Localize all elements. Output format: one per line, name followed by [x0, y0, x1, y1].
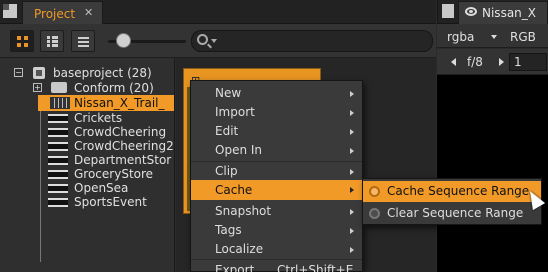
menu-separator: [191, 259, 362, 260]
grid-view-icon: [17, 36, 28, 47]
search-input[interactable]: [191, 30, 433, 52]
viewer-canvas[interactable]: [437, 75, 548, 272]
search-icon: [197, 34, 208, 45]
expand-icon[interactable]: +: [33, 83, 42, 92]
cache-icon: [369, 186, 380, 197]
viewer-toolbar-2: f/8 1: [437, 49, 548, 75]
tab-viewer-label: Nissan_X: [482, 6, 536, 20]
submenu-arrow-icon: [350, 209, 354, 215]
tree-item-label: Nissan_X_Trail_: [74, 96, 165, 110]
clip-icon: [48, 142, 68, 151]
slider-handle[interactable]: [116, 33, 131, 48]
menu-item-label: Clear Sequence Range: [387, 206, 524, 220]
menu-item-export[interactable]: Export Ctrl+Shift+E: [191, 261, 362, 272]
tree-item-label: SportsEvent: [74, 195, 147, 209]
submenu-arrow-icon: [350, 169, 354, 175]
submenu-arrow-icon: [350, 110, 354, 116]
eye-icon[interactable]: [465, 7, 477, 16]
submenu-arrow-icon: [350, 148, 354, 154]
tab-viewer[interactable]: Nissan_X: [458, 1, 548, 24]
menu-item-label: Localize: [215, 242, 264, 256]
channels-dropdown[interactable]: rgba: [447, 30, 474, 44]
clip-icon: [48, 156, 68, 165]
menu-item-label: Cache: [215, 183, 253, 197]
submenu-arrow-icon: [350, 91, 354, 97]
menu-item-open-in[interactable]: Open In: [191, 141, 362, 160]
menu-item-label: New: [215, 86, 242, 100]
submenu-arrow-icon: [350, 129, 354, 135]
menu-item-localize[interactable]: Localize: [191, 240, 362, 259]
tree-item-clip[interactable]: SportsEvent: [0, 194, 174, 210]
menu-shortcut: Ctrl+Shift+E: [277, 263, 354, 272]
fstop-value[interactable]: f/8: [467, 55, 483, 69]
tree-item-sequence[interactable]: Nissan_X_Trail_: [38, 95, 174, 111]
menu-item-snapshot[interactable]: Snapshot: [191, 202, 362, 221]
list-view-icon: [47, 36, 58, 47]
increase-fstop-icon[interactable]: [499, 58, 504, 66]
menu-item-label: Export: [215, 263, 255, 272]
clip-icon: [48, 114, 68, 123]
frame-input[interactable]: 1: [509, 53, 547, 71]
viewer-toolbar: rgba RGB: [437, 24, 548, 48]
pane-menu-icon[interactable]: [442, 4, 454, 18]
tree-root-label: baseproject (28): [53, 66, 152, 80]
chevron-down-icon[interactable]: [491, 35, 497, 39]
project-tabbar: Project ✕: [0, 0, 436, 24]
tab-project[interactable]: Project ✕: [22, 1, 103, 24]
menu-item-label: Cache Sequence Range: [387, 184, 530, 198]
collapse-icon[interactable]: −: [14, 68, 23, 77]
context-menu: New Import Edit Open In Clip Cache Snaps…: [190, 80, 363, 272]
menu-item-label: Edit: [215, 124, 239, 138]
display-channel-dropdown[interactable]: RGB: [510, 30, 536, 44]
tab-project-label: Project: [34, 7, 76, 21]
menu-item-label: Snapshot: [215, 204, 272, 218]
menu-item-label: Tags: [215, 223, 242, 237]
menu-item-new[interactable]: New: [191, 84, 362, 103]
list-view-button[interactable]: [40, 30, 64, 52]
tree-item-bin[interactable]: + Conform (20): [0, 80, 174, 96]
tree-root[interactable]: − baseproject (28): [0, 65, 174, 81]
grid-view-button[interactable]: [10, 30, 34, 52]
clip-icon: [48, 198, 68, 207]
submenu-arrow-icon: [350, 247, 354, 253]
menu-item-label: Open In: [215, 143, 263, 157]
menu-item-clear-sequence-range[interactable]: Clear Sequence Range: [363, 203, 541, 224]
menu-item-import[interactable]: Import: [191, 103, 362, 122]
details-view-button[interactable]: [71, 30, 95, 52]
cache-submenu: Cache Sequence Range Clear Sequence Rang…: [362, 178, 542, 225]
tree-item-label: Conform (20): [74, 81, 154, 95]
project-tree: − baseproject (28) + Conform (20) Nissan…: [0, 58, 175, 272]
menu-item-cache[interactable]: Cache: [191, 180, 362, 200]
close-icon[interactable]: ✕: [84, 6, 93, 19]
clip-icon: [48, 184, 68, 193]
menu-item-tags[interactable]: Tags: [191, 221, 362, 240]
menu-item-label: Clip: [215, 164, 238, 178]
menu-item-label: Import: [215, 105, 255, 119]
details-view-icon: [78, 36, 89, 47]
pane-menu-icon[interactable]: [3, 4, 17, 18]
decrease-fstop-icon[interactable]: [451, 58, 456, 66]
clip-icon: [48, 128, 68, 137]
submenu-arrow-icon: [350, 187, 354, 193]
submenu-arrow-icon: [350, 228, 354, 234]
menu-item-clip[interactable]: Clip: [191, 162, 362, 181]
clip-icon: [48, 170, 68, 179]
sequence-icon: [50, 97, 70, 109]
project-icon: [33, 67, 45, 79]
menu-item-edit[interactable]: Edit: [191, 122, 362, 141]
chevron-down-icon[interactable]: [211, 39, 217, 43]
menu-item-cache-sequence-range[interactable]: Cache Sequence Range: [363, 181, 541, 202]
clear-cache-icon: [369, 208, 380, 219]
bin-icon: [51, 82, 67, 93]
